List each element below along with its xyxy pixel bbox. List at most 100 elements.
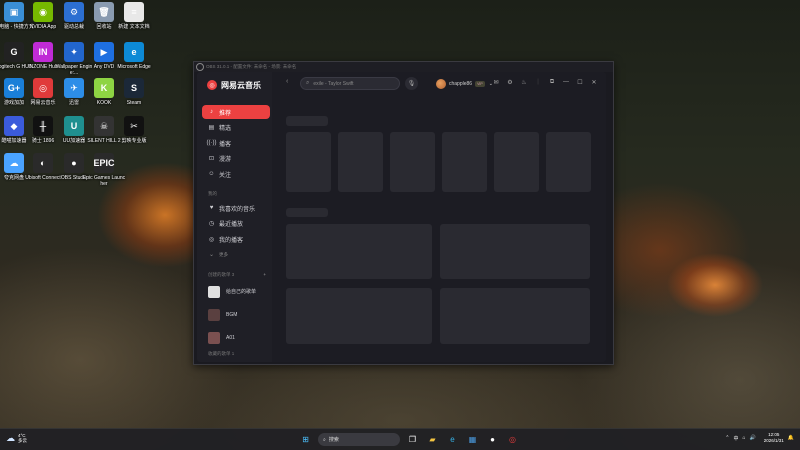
maximize-icon[interactable]: ☐ [576, 78, 584, 86]
desktop-icon-label: 回收站 [96, 24, 112, 30]
ubisoft-icon: ◐ [33, 153, 53, 173]
search-icon: ⌕ [323, 436, 326, 443]
weather-widget[interactable]: ☁ 4°C 多云 [6, 433, 27, 444]
app-container: ◎ 网易云音乐 ♪ 推荐 ▤ 精选 ((·)) 播客 ⊡ 漫游 ☺ 关注 我的 ♥ 我喜欢的音乐 ◷ 最… [197, 72, 606, 362]
windows-start-icon[interactable]: ⊞ [298, 432, 313, 447]
created-playlists-label: 创建的歌单 3 [208, 271, 235, 277]
skin-icon[interactable]: ♨ [520, 78, 528, 86]
driver-icon: ⚙ [64, 2, 84, 22]
minimize-icon[interactable]: — [562, 78, 570, 86]
task-view-icon[interactable]: ❐ [405, 432, 420, 447]
notification-icon[interactable]: 🔔 [788, 435, 794, 441]
skeleton-card [546, 132, 591, 192]
epic-games-icon: EPIC [94, 153, 115, 173]
photos-icon[interactable]: ▦ [465, 432, 480, 447]
brand-name: 网易云音乐 [221, 80, 261, 90]
skeleton-panel [286, 288, 432, 344]
my-nav-item-label: 最近播放 [219, 222, 244, 228]
obs-title-bar[interactable]: OBS 31.0.1 - 配置文件: 未命名 - 场景: 未命名 [194, 62, 613, 72]
clock-date: 2026/1/31 [763, 438, 784, 443]
weather-desc: 多云 [18, 438, 27, 443]
text-document-icon: ≡ [124, 2, 144, 22]
nav-item[interactable]: ⊡ 漫游 [202, 152, 270, 166]
playlist-item[interactable]: A01 [202, 328, 270, 348]
avatar[interactable] [436, 78, 446, 89]
my-nav-item-label: 我的播客 [219, 237, 244, 244]
playlist-label: 给自己的歌单 [226, 289, 257, 295]
close-icon[interactable]: ✕ [590, 78, 598, 86]
divider: | [537, 79, 539, 85]
skeleton-panel [286, 224, 432, 279]
nav-item-label: 播客 [219, 141, 232, 148]
system-tray: ⌃ 中 ⌂ 🔊 12:05 2026/1/31 🔔 [725, 432, 794, 444]
skeleton-panel [440, 224, 590, 279]
chevron-down-icon: ⌄ [208, 252, 215, 258]
back-arrow-icon[interactable]: ‹ [286, 78, 288, 85]
search-icon: ⌕ [306, 80, 310, 86]
xunlei-icon: ✈ [64, 78, 84, 98]
steam-icon: S [124, 78, 144, 98]
nav-item[interactable]: ▤ 精选 [202, 121, 270, 135]
desktop-icon-label: Epic Games Launcher [82, 175, 126, 187]
mail-icon[interactable]: ✉ [492, 78, 500, 86]
netease-music-window[interactable]: OBS 31.0.1 - 配置文件: 未命名 - 场景: 未命名 ◎ 网易云音乐… [193, 61, 614, 365]
more-label: 更多 [219, 251, 228, 257]
desktop-icon[interactable]: EPIC Epic Games Launcher [82, 153, 126, 187]
playlist-label: A01 [226, 334, 235, 341]
obs-icon[interactable]: ● [485, 432, 500, 447]
topbar: ‹ ⌕ exile - Taylor Swift 🎙 chapple86 VIP… [272, 72, 606, 94]
playlist-item[interactable]: 给自己的歌单 [202, 282, 270, 302]
microphone-icon[interactable]: 🎙 [405, 77, 418, 90]
my-nav-item[interactable]: ◎ 我的播客 [202, 232, 270, 246]
knight-icon: ╫ [33, 116, 53, 136]
nav-list: ♪ 推荐 ▤ 精选 ((·)) 播客 ⊡ 漫游 ☺ 关注 我的 ♥ 我喜欢的音乐 ◷ 最近播放 ◎ 我的播客… [202, 105, 270, 361]
netease-music-icon[interactable]: ◎ [505, 432, 520, 447]
volume-icon[interactable]: 🔊 [750, 435, 756, 441]
history-icon: ◷ [208, 221, 215, 227]
desktop-icon[interactable]: e Microsoft Edge [112, 42, 156, 70]
desktop-icon[interactable]: ✂ 剪映专业版 [112, 116, 156, 144]
skeleton-panel [440, 288, 590, 344]
main-content: ‹ ⌕ exile - Taylor Swift 🎙 chapple86 VIP… [272, 72, 606, 362]
settings-icon[interactable]: ⚙ [506, 78, 514, 86]
playlist-cover [208, 331, 220, 344]
nav-item-label: 关注 [219, 172, 232, 179]
desktop-icon[interactable]: ≡ 新建 文本文档 [112, 2, 156, 30]
username: chapple86 [449, 80, 473, 87]
my-nav-item[interactable]: ♥ 我喜欢的音乐 [202, 201, 270, 215]
playlist-label: BGM [226, 311, 238, 318]
my-nav-item[interactable]: ◷ 最近播放 [202, 217, 270, 231]
playlist-item[interactable]: BGM [202, 305, 270, 325]
edge-icon: e [124, 42, 144, 62]
taskbar: ☁ 4°C 多云 ⊞ ⌕ 搜索 ❐ ▰ e ▦ ● ◎ ⌃ 中 ⌂ 🔊 12:0… [0, 428, 800, 450]
wallpaper-engine-icon: ✦ [64, 42, 84, 62]
network-icon[interactable]: ⌂ [742, 435, 745, 441]
nav-item[interactable]: ((·)) 播客 [202, 136, 270, 150]
my-nav-item-label: 我喜欢的音乐 [219, 206, 256, 213]
edge-icon[interactable]: e [445, 432, 460, 447]
window-controls: ✉ ⚙ ♨ | ⧉ — ☐ ✕ [492, 78, 598, 86]
skeleton-card [390, 132, 435, 192]
silent-hill-icon: ☠ [94, 116, 114, 136]
taskbar-search[interactable]: ⌕ 搜索 [318, 433, 400, 446]
dvd-icon: ▶ [94, 42, 114, 62]
brand[interactable]: ◎ 网易云音乐 [207, 78, 261, 92]
search-input[interactable]: ⌕ exile - Taylor Swift [300, 77, 400, 90]
clock[interactable]: 12:05 2026/1/31 [764, 432, 784, 444]
my-podcast-icon: ◎ [208, 236, 215, 243]
chevron-up-icon[interactable]: ⌃ [725, 435, 729, 441]
desktop-icon-label: 剪映专业版 [121, 138, 147, 144]
uu-accelerator-icon: U [64, 116, 84, 136]
nav-item[interactable]: ☺ 关注 [202, 167, 270, 181]
mini-player-icon[interactable]: ⧉ [548, 78, 556, 86]
desktop-icon[interactable]: S Steam [112, 78, 156, 106]
ime-indicator[interactable]: 中 [733, 435, 738, 442]
skeleton-card [494, 132, 539, 192]
nav-item-label: 漫游 [219, 157, 232, 163]
nav-item[interactable]: ♪ 推荐 [202, 105, 270, 119]
more-button[interactable]: ⌄ 更多 [202, 248, 270, 262]
netease-music-icon: ◎ [33, 78, 53, 98]
file-explorer-icon[interactable]: ▰ [425, 432, 440, 447]
add-playlist-icon[interactable]: + [263, 272, 266, 278]
user-menu[interactable]: chapple86 VIP ⌄ [436, 77, 493, 90]
